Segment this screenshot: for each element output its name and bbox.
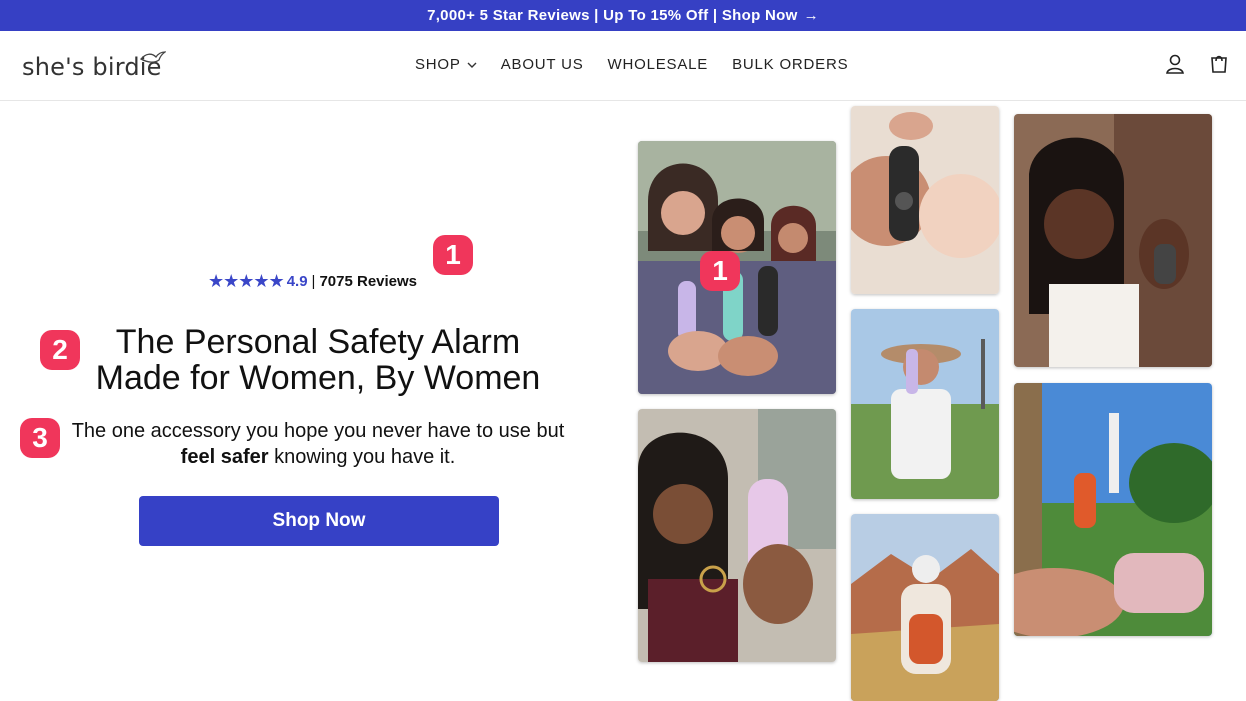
photo-woman-hat-park <box>851 309 999 499</box>
rating-summary[interactable]: ★★★★★ 4.9 | 7075 Reviews <box>208 271 417 292</box>
nav-wholesale[interactable]: WHOLESALE <box>608 56 709 73</box>
main-nav: SHOP ABOUT US WHOLESALE BULK ORDERS <box>415 56 872 73</box>
arrow-right-icon[interactable]: → <box>804 7 819 24</box>
nav-wholesale-label[interactable]: WHOLESALE <box>608 56 709 73</box>
nav-bulk-orders-label[interactable]: BULK ORDERS <box>732 56 848 73</box>
nav-shop-label[interactable]: SHOP <box>415 56 461 73</box>
photo-hiker-red-backpack <box>851 514 999 701</box>
sub-text-2: knowing you have it. <box>274 446 456 468</box>
nav-about-us-label[interactable]: ABOUT US <box>501 56 584 73</box>
hero-headline: The Personal Safety Alarm Made for Women… <box>60 324 576 396</box>
account-icon[interactable] <box>1164 53 1186 75</box>
photo-mom-baby <box>851 106 999 294</box>
nav-about-us[interactable]: ABOUT US <box>501 56 584 73</box>
photo-woman-braids-waving <box>1014 114 1212 367</box>
headline-line-2: Made for Women, By Women <box>95 359 541 397</box>
photo-woman-lilac-alarm <box>638 409 836 662</box>
announcement-text[interactable]: 7,000+ 5 Star Reviews | Up To 15% Off | … <box>427 7 798 24</box>
shop-now-button[interactable]: Shop Now <box>139 496 499 546</box>
annotation-badge-1: 1 <box>433 235 473 275</box>
bird-icon <box>140 51 166 63</box>
review-count[interactable]: 7075 Reviews <box>319 273 417 290</box>
photo-orange-alarm-campus <box>1014 383 1212 636</box>
star-rating-icon: ★★★★★ <box>208 271 285 291</box>
announcement-bar[interactable]: 7,000+ 5 Star Reviews | Up To 15% Off | … <box>0 0 1246 31</box>
headline-line-1: The Personal Safety Alarm <box>115 323 521 361</box>
hero-subheadline: The one accessory you hope you never hav… <box>50 418 586 470</box>
sub-text-1: The one accessory you hope you never hav… <box>71 420 565 442</box>
hero-text-panel: ★★★★★ 4.9 | 7075 Reviews 1 2 The Persona… <box>0 100 630 701</box>
photo-friends-alarms: 1 <box>638 141 836 394</box>
annotation-badge-photo: 1 <box>700 251 740 291</box>
cart-icon[interactable] <box>1208 53 1230 75</box>
chevron-down-icon[interactable] <box>467 56 477 73</box>
nav-bulk-orders[interactable]: BULK ORDERS <box>732 56 848 73</box>
sub-text-bold: feel safer <box>180 446 269 468</box>
brand-logo[interactable]: she's birdie <box>22 51 166 81</box>
header-icons <box>1142 53 1230 75</box>
rating-score: 4.9 <box>286 273 308 290</box>
nav-shop[interactable]: SHOP <box>415 56 477 73</box>
site-header: she's birdie SHOP ABOUT US WHOLESALE BUL… <box>0 31 1246 101</box>
rating-separator: | <box>311 273 316 290</box>
